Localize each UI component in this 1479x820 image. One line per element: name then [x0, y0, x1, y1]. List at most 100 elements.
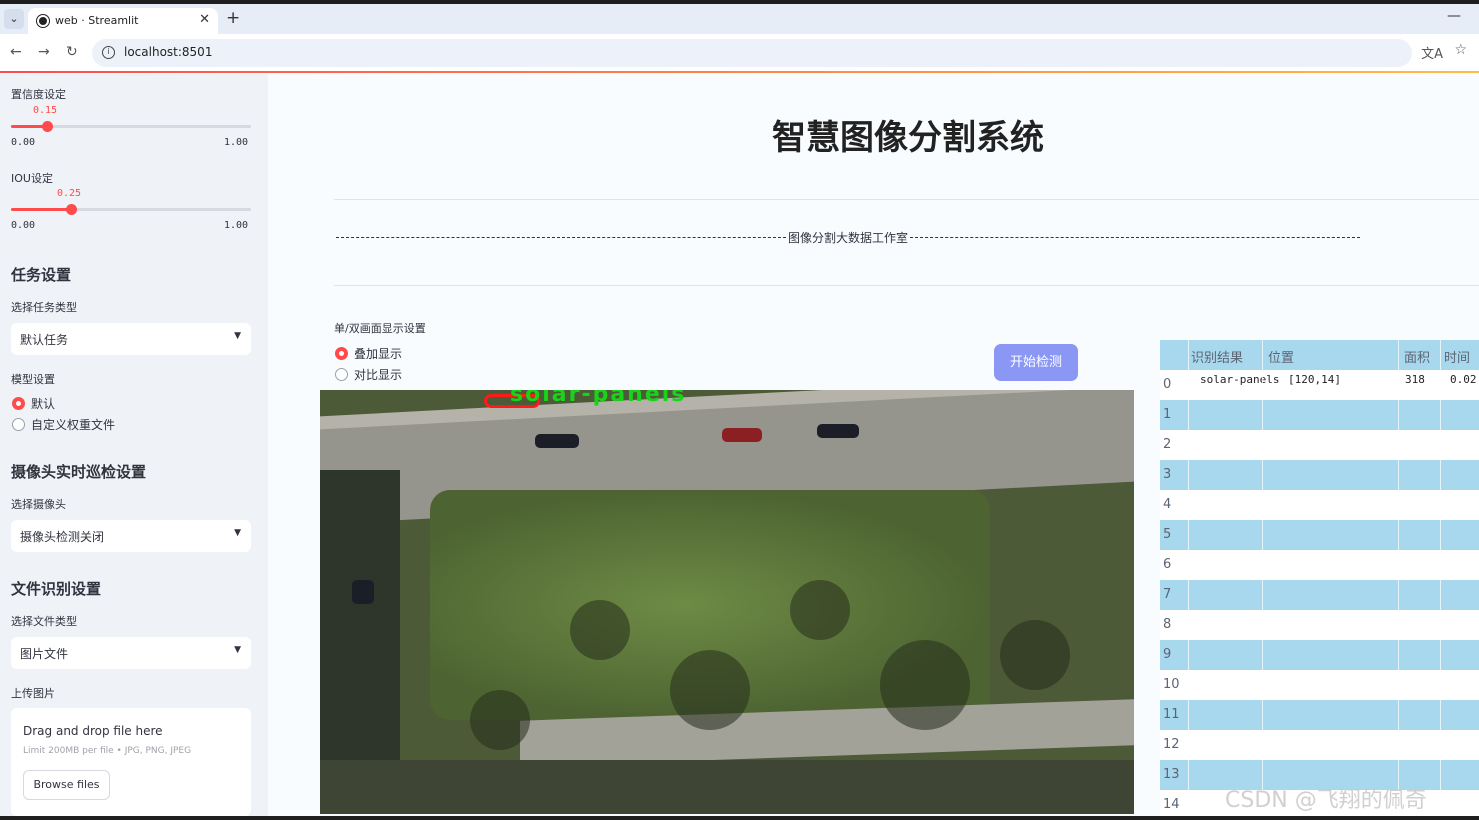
table-row[interactable]: 0 solar-panels [120,14] 318 0.02 [1160, 370, 1479, 400]
radio-selected-icon[interactable] [12, 397, 25, 410]
image-tree [670, 650, 750, 730]
streamlit-favicon-icon [37, 15, 49, 27]
table-row[interactable]: 3 [1160, 460, 1479, 490]
caret-down-icon: ▼ [234, 331, 241, 341]
results-table: 识别结果 位置 面积 时间 0 solar-panels [120,14] 318 0.… [1160, 340, 1479, 816]
upload-limit: Limit 200MB per file • JPG, PNG, JPEG [23, 746, 192, 756]
camera-value: 摄像头检测关闭 [20, 530, 105, 544]
table-row[interactable]: 1 [1160, 400, 1479, 430]
row-index: 10 [1163, 677, 1180, 692]
confidence-value: 0.15 [33, 105, 58, 116]
minimize-icon[interactable]: — [1447, 8, 1461, 24]
table-row[interactable]: 11 [1160, 700, 1479, 730]
row-index: 13 [1163, 767, 1180, 782]
dash-right [910, 237, 1361, 238]
upload-title: Drag and drop file here [23, 724, 163, 738]
table-row[interactable]: 8 [1160, 610, 1479, 640]
new-tab-icon[interactable]: + [226, 8, 240, 28]
table-row[interactable]: 6 [1160, 550, 1479, 580]
row-index: 1 [1163, 407, 1172, 422]
model-option-label: 默认 [31, 397, 56, 411]
subtitle-line: 图像分割大数据工作室 [334, 229, 1362, 246]
table-row[interactable]: 9 [1160, 640, 1479, 670]
row-index: 2 [1163, 437, 1172, 452]
image-tree [570, 600, 630, 660]
url-field[interactable]: i localhost:8501 [92, 39, 1412, 67]
row-index: 11 [1163, 707, 1180, 722]
table-row[interactable]: 12 [1160, 730, 1479, 760]
table-cell-position: [120,14] [1288, 373, 1341, 386]
file-heading: 文件识别设置 [11, 580, 102, 598]
bookmark-star-icon[interactable]: ☆ [1454, 42, 1467, 58]
tab-close-icon[interactable]: ✕ [199, 12, 210, 27]
table-row[interactable]: 2 [1160, 430, 1479, 460]
iou-max: 1.00 [224, 220, 249, 231]
table-row[interactable]: 10 [1160, 670, 1479, 700]
divider [334, 199, 1479, 200]
iou-slider[interactable] [11, 204, 251, 215]
row-index: 3 [1163, 467, 1172, 482]
site-info-icon[interactable]: i [102, 46, 115, 59]
back-icon[interactable]: ← [10, 44, 22, 60]
row-index: 4 [1163, 497, 1172, 512]
task-type-value: 默认任务 [20, 333, 69, 347]
display-option-label: 叠加显示 [354, 347, 403, 361]
row-index: 7 [1163, 587, 1172, 602]
confidence-label: 置信度设定 [11, 88, 66, 101]
table-row[interactable]: 7 [1160, 580, 1479, 610]
column-header[interactable]: 时间 [1444, 347, 1470, 366]
table-cell-area: 318 [1405, 373, 1425, 386]
radio-selected-icon[interactable] [335, 347, 348, 360]
camera-heading: 摄像头实时巡检设置 [11, 463, 147, 481]
reload-icon[interactable]: ↻ [66, 44, 78, 60]
image-tree [880, 640, 970, 730]
row-index: 12 [1163, 737, 1180, 752]
task-heading: 任务设置 [11, 266, 72, 284]
row-index: 0 [1163, 377, 1172, 392]
tab-search-icon[interactable]: ⌄ [4, 9, 24, 29]
model-label: 模型设置 [11, 373, 55, 386]
image-car [722, 428, 762, 442]
column-header[interactable]: 位置 [1268, 347, 1294, 366]
image-car [352, 580, 374, 604]
column-header[interactable]: 识别结果 [1191, 347, 1243, 366]
browse-files-button[interactable]: Browse files [23, 770, 110, 800]
table-cell-result: solar-panels [1200, 373, 1280, 386]
image-tree [790, 580, 850, 640]
camera-select[interactable]: 摄像头检测关闭 ▼ [11, 520, 251, 552]
iou-min: 0.00 [11, 220, 36, 231]
confidence-slider[interactable] [11, 121, 251, 132]
tab-title: web · Streamlit [55, 14, 139, 27]
translate-icon[interactable]: 文A [1421, 43, 1443, 62]
task-type-select[interactable]: 默认任务 ▼ [11, 323, 251, 355]
table-row[interactable]: 5 [1160, 520, 1479, 550]
address-bar: ← → ↻ i localhost:8501 文A ☆ [0, 34, 1479, 72]
watermark: CSDN @飞翔的佩奇 [1225, 788, 1427, 813]
row-index: 5 [1163, 527, 1172, 542]
radio-unselected-icon[interactable] [12, 418, 25, 431]
file-type-value: 图片文件 [20, 647, 69, 661]
display-option-label: 对比显示 [354, 368, 403, 382]
iou-slider-thumb[interactable] [66, 204, 77, 215]
column-divider [1398, 340, 1399, 816]
file-uploader-dropzone[interactable]: Drag and drop file here Limit 200MB per … [11, 708, 251, 816]
browser-tab[interactable]: web · Streamlit ✕ [28, 8, 218, 34]
streamlit-top-bar [0, 71, 1479, 73]
sidebar: 置信度设定 0.15 0.00 1.00 IOU设定 0.25 0.00 1.0… [0, 74, 268, 816]
start-detection-button[interactable]: 开始检测 [994, 344, 1078, 381]
file-type-select[interactable]: 图片文件 ▼ [11, 637, 251, 669]
upload-label: 上传图片 [11, 687, 55, 700]
table-row[interactable]: 4 [1160, 490, 1479, 520]
column-divider [1188, 340, 1189, 816]
iou-value: 0.25 [57, 188, 82, 199]
camera-label: 选择摄像头 [11, 498, 66, 511]
url-text: localhost:8501 [124, 45, 213, 59]
radio-unselected-icon[interactable] [335, 368, 348, 381]
confidence-slider-thumb[interactable] [42, 121, 53, 132]
forward-icon[interactable]: → [38, 44, 50, 60]
image-car [535, 434, 579, 448]
image-car [817, 424, 859, 438]
result-image: solar-panels [320, 390, 1134, 814]
divider [334, 285, 1479, 286]
column-header[interactable]: 面积 [1404, 347, 1430, 366]
